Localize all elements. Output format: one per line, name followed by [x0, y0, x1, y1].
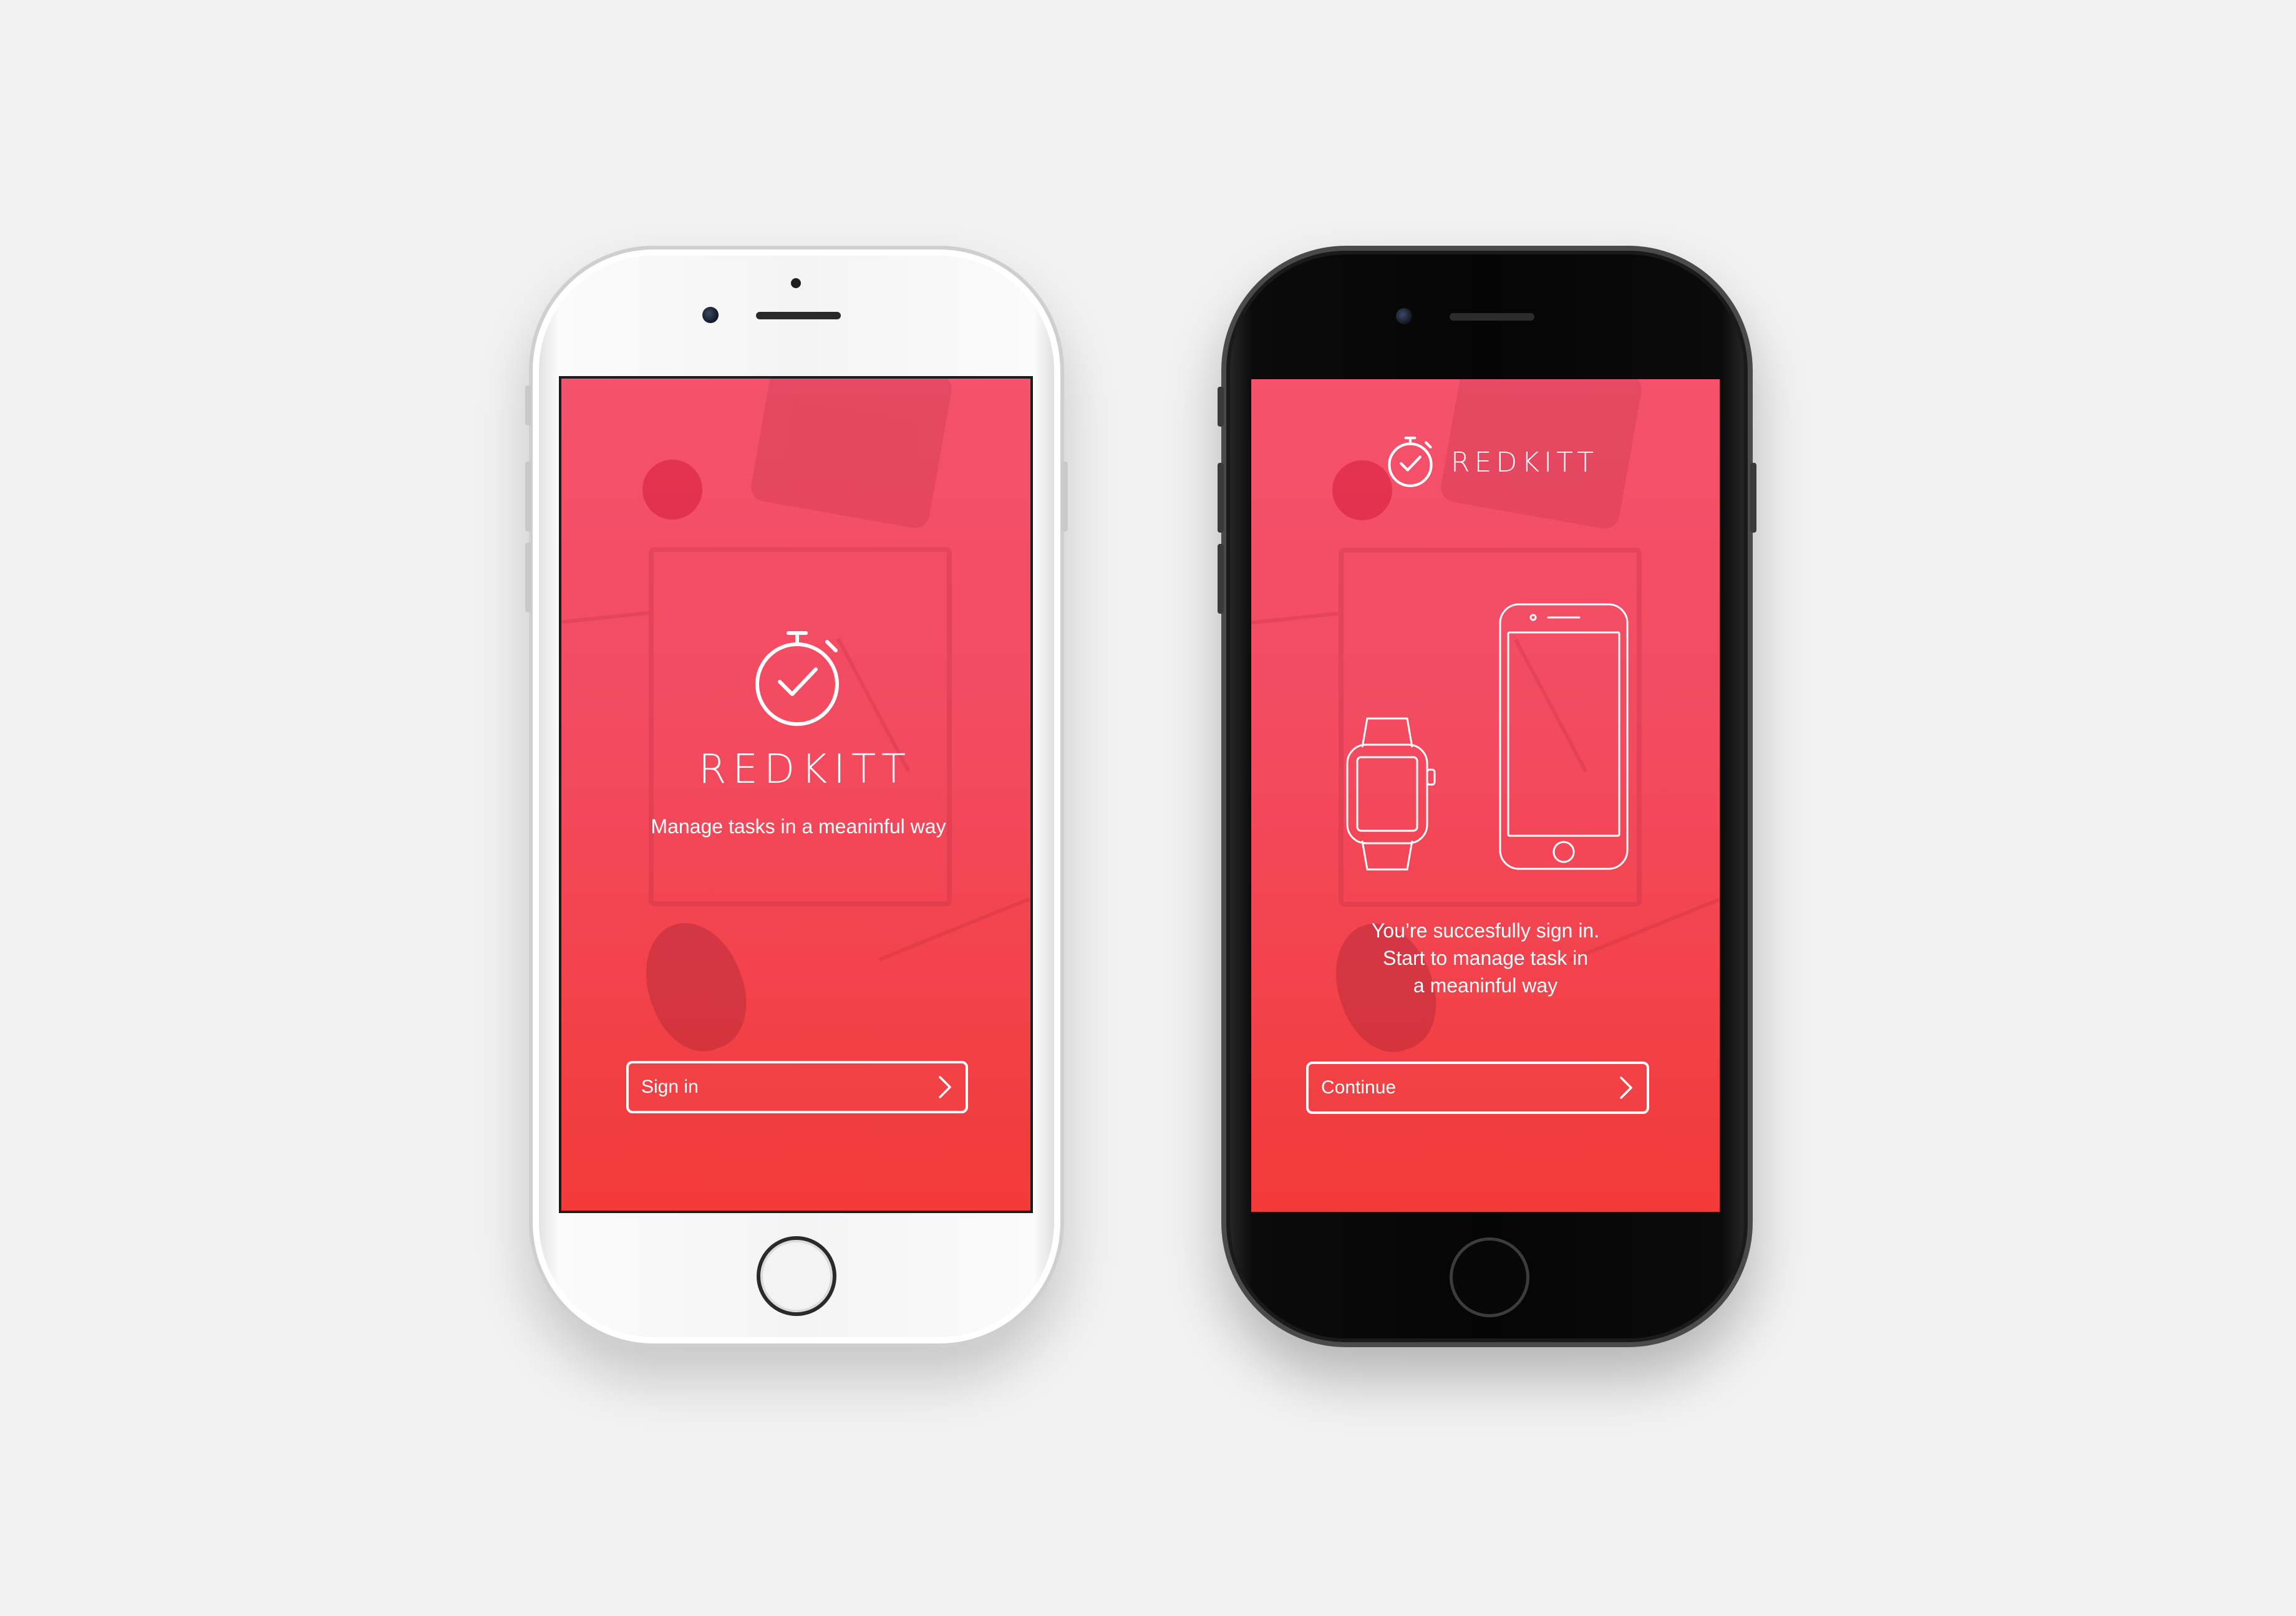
- mockup-canvas: REDKITT Manage tasks in a meaninful way …: [0, 0, 2296, 1616]
- chevron-right-icon: [938, 1075, 952, 1099]
- background-ruler: [561, 611, 649, 624]
- chevron-right-icon: [1619, 1076, 1633, 1100]
- home-button[interactable]: [757, 1236, 836, 1316]
- phone-outline-icon: [1498, 602, 1629, 871]
- welcome-screen: REDKITT Manage tasks in a meaninful way …: [559, 376, 1033, 1213]
- background-ball: [1332, 460, 1392, 520]
- stopwatch-check-icon: [753, 628, 843, 728]
- proximity-sensor: [791, 278, 801, 288]
- mute-switch: [1218, 387, 1224, 427]
- brand-wordmark: REDKITT: [1451, 447, 1599, 478]
- background-mouse: [629, 909, 762, 1065]
- success-message: You’re succesfully sign in. Start to man…: [1289, 917, 1682, 999]
- earpiece-speaker: [1450, 313, 1534, 321]
- power-button: [1062, 462, 1068, 531]
- background-ball: [642, 460, 702, 520]
- stopwatch-check-icon: [1387, 435, 1435, 488]
- success-screen: REDKITT You’re succesfully sign in. Star…: [1251, 379, 1720, 1212]
- home-button[interactable]: [1450, 1237, 1529, 1317]
- sign-in-label: Sign in: [641, 1077, 699, 1097]
- power-button: [1750, 463, 1756, 533]
- volume-up-button: [1218, 463, 1224, 533]
- success-message-line-3: a meaninful way: [1413, 974, 1558, 997]
- front-camera: [702, 307, 719, 323]
- tagline: Manage tasks in a meaninful way: [651, 815, 946, 838]
- mute-switch: [525, 385, 531, 425]
- success-message-line-2: Start to manage task in: [1382, 947, 1589, 969]
- volume-down-button: [525, 543, 531, 612]
- success-message-line-1: You’re succesfully sign in.: [1371, 919, 1600, 942]
- continue-label: Continue: [1321, 1077, 1397, 1098]
- watch-outline-icon: [1344, 716, 1438, 872]
- front-camera: [1396, 308, 1412, 324]
- brand-wordmark: REDKITT: [699, 747, 913, 793]
- background-ruler: [1251, 611, 1339, 625]
- volume-up-button: [525, 462, 531, 531]
- volume-down-button: [1218, 544, 1224, 614]
- continue-button[interactable]: Continue: [1306, 1062, 1649, 1114]
- sign-in-button[interactable]: Sign in: [626, 1061, 968, 1113]
- background-cable: [878, 897, 1030, 962]
- earpiece-speaker: [756, 312, 841, 319]
